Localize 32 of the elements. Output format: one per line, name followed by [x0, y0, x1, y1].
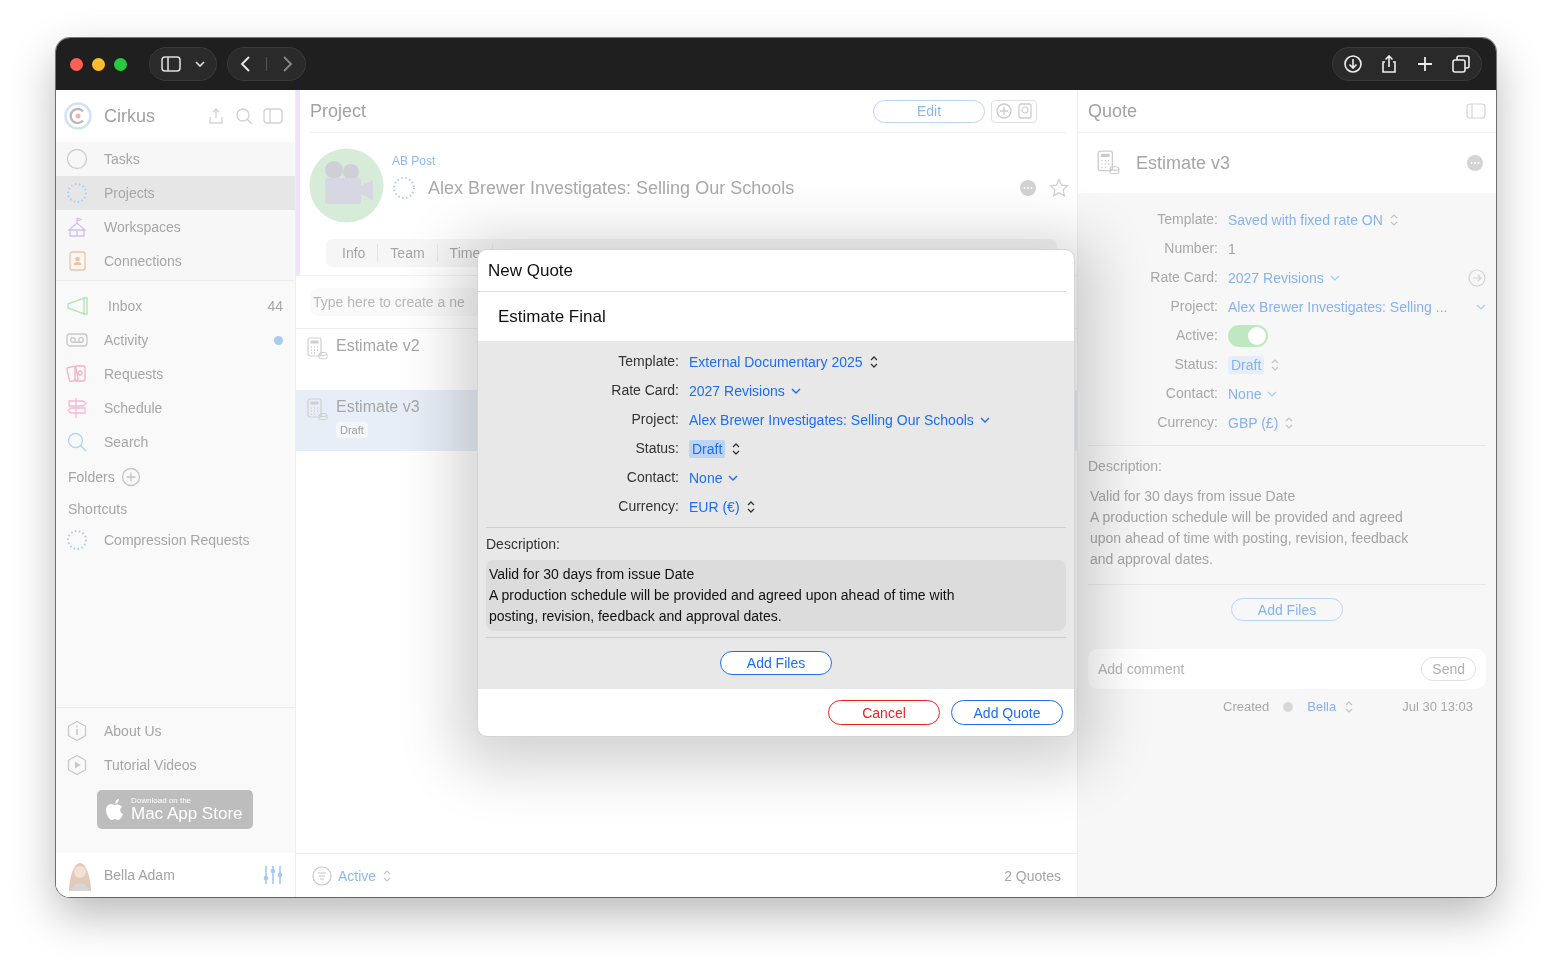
section-heading: Folders [68, 469, 115, 485]
quote-count: 2 Quotes [1004, 867, 1061, 884]
status-tag: Draft [336, 422, 368, 438]
field-label: Project: [630, 410, 679, 429]
field-label: Status: [634, 439, 679, 458]
history-event: Created [1223, 699, 1270, 714]
description-text: Valid for 30 days from issue Date A production schedule will be provided and agreed upon ahead of time with posting, revision, feedback and approval dates. [1090, 487, 1410, 569]
field-label: Template: [1156, 210, 1218, 229]
user-name: Bella Adam [104, 867, 176, 883]
section-heading: Shortcuts [68, 501, 128, 517]
panel-title: Quote [1088, 100, 1138, 122]
project-title: Alex Brewer Investigates: Selling Our Schools [428, 177, 795, 199]
description-label: Description: [1088, 458, 1163, 474]
app-name: Cirkus [104, 105, 155, 127]
quote-name: Estimate v3 [1136, 152, 1231, 174]
field-label: Currency: [1156, 413, 1218, 432]
field-label: Contact: [625, 468, 679, 487]
field-label: Project: [1169, 297, 1218, 316]
dialog-title: New Quote [478, 250, 1066, 292]
field-label: Currency: [617, 497, 679, 516]
field-label: Status: [1173, 355, 1218, 374]
field-label: Rate Card: [1149, 268, 1218, 287]
unread-count: 44 [267, 298, 283, 314]
field-label: Active: [1175, 326, 1218, 345]
panel-title: Project [310, 100, 367, 122]
history-time: Jul 30 13:03 [1402, 699, 1473, 714]
field-label: Contact: [1164, 384, 1218, 403]
field-value: 1 [1228, 240, 1236, 257]
description-label: Description: [486, 536, 561, 552]
field-label: Template: [617, 352, 679, 371]
field-label: Number: [1163, 239, 1218, 258]
field-label: Rate Card: [610, 381, 679, 400]
